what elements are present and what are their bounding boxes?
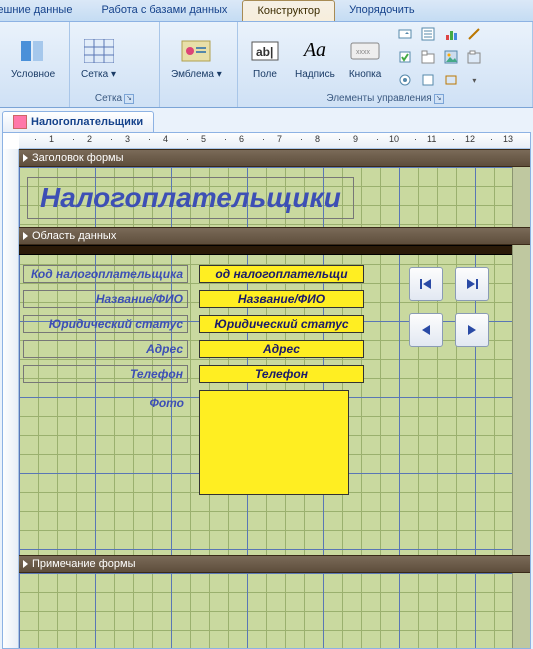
ruler-vertical[interactable]	[3, 149, 19, 648]
ctrl-combo-icon[interactable]	[394, 23, 416, 45]
svg-text:xxxx: xxxx	[356, 49, 371, 56]
field-taxpayer-code[interactable]: од налогоплательщи	[199, 265, 364, 283]
field-button[interactable]: ab| Поле	[244, 32, 286, 83]
tab-arrange[interactable]: Упорядочить	[335, 0, 429, 21]
tab-external-data[interactable]: Внешние данные	[0, 0, 87, 21]
form-icon	[13, 115, 27, 129]
grid-expand-icon[interactable]: ↘	[124, 94, 134, 104]
controls-expand-icon[interactable]: ↘	[434, 94, 444, 104]
field-address[interactable]: Адрес	[199, 340, 364, 358]
label-taxpayer-code[interactable]: Код налогоплательщика	[23, 265, 188, 283]
section-detail-bar[interactable]: Область данных	[19, 227, 530, 245]
tab-design[interactable]: Конструктор	[242, 0, 335, 21]
conditional-icon	[17, 35, 49, 67]
ribbon-body: Условное Сетка ▾ Сетка↘ Эмблема ▾ ab| По…	[0, 22, 533, 108]
conditional-button[interactable]: Условное	[6, 32, 60, 83]
label-status[interactable]: Юридический статус	[23, 315, 188, 333]
ribbon-tabs: Внешние данные Работа с базами данных Ко…	[0, 0, 533, 22]
field-status[interactable]: Юридический статус	[199, 315, 364, 333]
form-title-label[interactable]: Налогоплательщики	[27, 177, 354, 219]
button-icon: xxxx	[349, 35, 381, 67]
field-name[interactable]: Название/ФИО	[199, 290, 364, 308]
logo-button[interactable]: Эмблема ▾	[166, 32, 227, 83]
label-button[interactable]: Aa Надпись	[290, 32, 340, 83]
ctrl-image-icon[interactable]	[440, 46, 462, 68]
ctrl-option-icon[interactable]	[394, 69, 416, 91]
label-name[interactable]: Название/ФИО	[23, 290, 188, 308]
ctrl-list-icon[interactable]	[417, 23, 439, 45]
ctrl-frame-icon[interactable]	[463, 46, 485, 68]
tab-db-tools[interactable]: Работа с базами данных	[87, 0, 242, 21]
grid-button[interactable]: Сетка ▾	[76, 32, 121, 83]
label-icon: Aa	[299, 35, 331, 67]
logo-icon	[180, 35, 212, 67]
label-photo[interactable]: Фото	[23, 395, 188, 413]
form-tab[interactable]: Налогоплательщики	[2, 111, 154, 132]
ctrl-line-icon[interactable]	[463, 23, 485, 45]
field-photo[interactable]	[199, 390, 349, 495]
nav-first-button[interactable]	[409, 267, 443, 301]
nav-prev-button[interactable]	[409, 313, 443, 347]
nav-last-button[interactable]	[455, 267, 489, 301]
section-header-bar[interactable]: Заголовок формы	[19, 149, 530, 167]
nav-next-button[interactable]	[455, 313, 489, 347]
section-footer-bar[interactable]: Примечание формы	[19, 555, 530, 573]
design-canvas: ·1 ·2 ·3 ·4 ·5 ·6 ·7 ·8 ·9 ·10 ·11 ·12 ·…	[2, 132, 531, 649]
textbox-icon: ab|	[249, 35, 281, 67]
field-phone[interactable]: Телефон	[199, 365, 364, 383]
grid-icon	[83, 35, 115, 67]
ctrl-check-icon[interactable]	[417, 69, 439, 91]
svg-text:ab|: ab|	[256, 45, 273, 59]
ctrl-toggle-icon[interactable]	[394, 46, 416, 68]
label-address[interactable]: Адрес	[23, 340, 188, 358]
button-control-button[interactable]: xxxx Кнопка	[344, 32, 386, 83]
ctrl-rect-icon[interactable]	[440, 69, 462, 91]
ruler-horizontal[interactable]: ·1 ·2 ·3 ·4 ·5 ·6 ·7 ·8 ·9 ·10 ·11 ·12 ·…	[19, 133, 530, 149]
ctrl-more-icon[interactable]: ▾	[463, 69, 485, 91]
ctrl-chart-icon[interactable]	[440, 23, 462, 45]
form-area: Налогоплательщики ·1 ·2 ·3 ·4 ·5 ·6 ·7 ·…	[0, 108, 533, 649]
ctrl-tab-icon[interactable]	[417, 46, 439, 68]
label-phone[interactable]: Телефон	[23, 365, 188, 383]
